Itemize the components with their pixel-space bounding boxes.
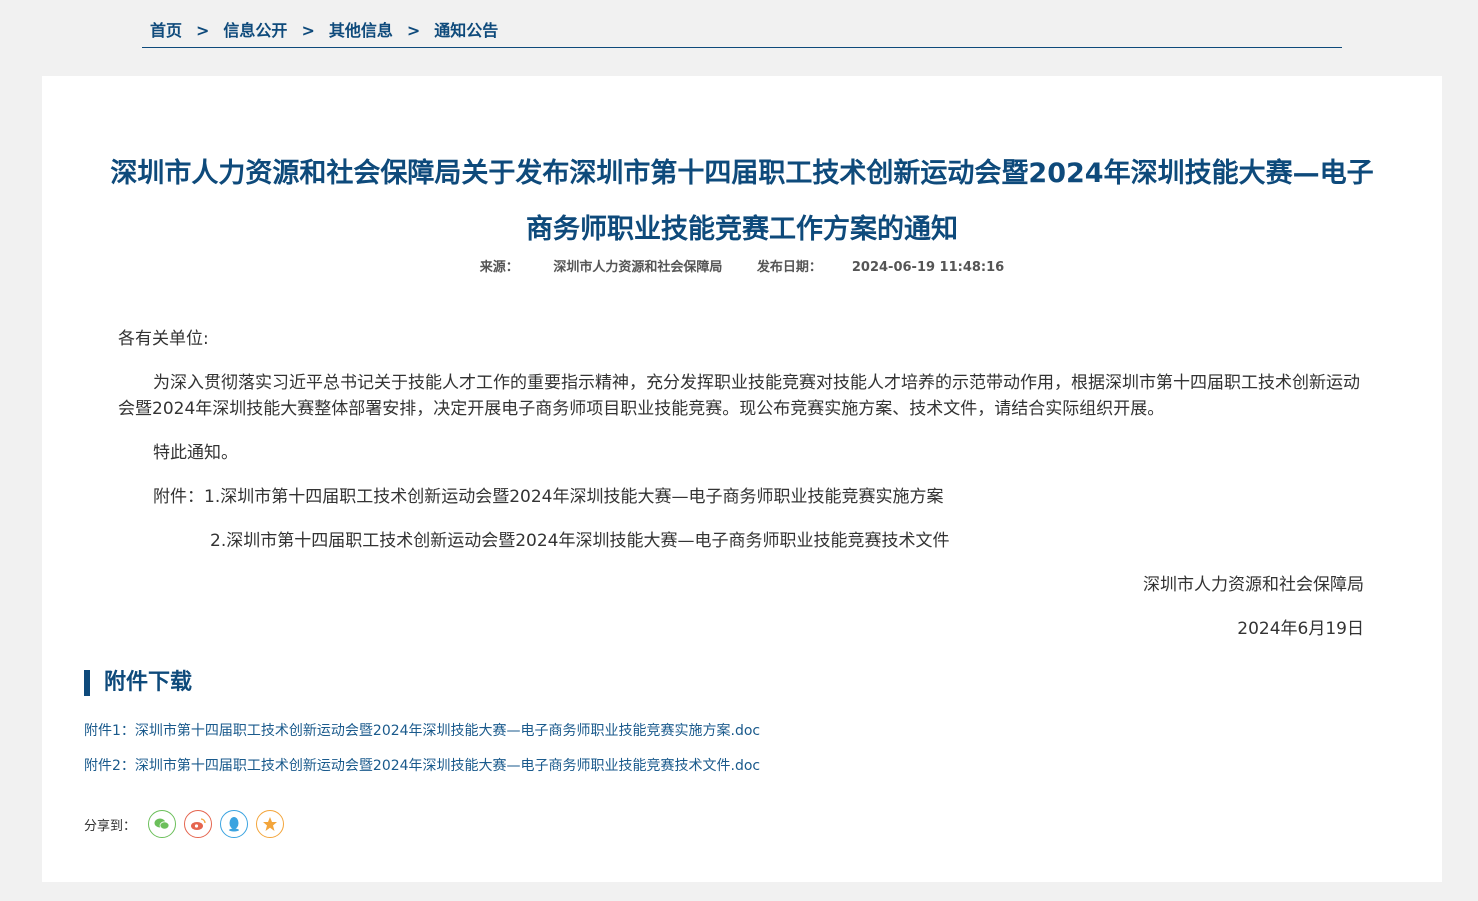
article-title: 深圳市人力资源和社会保障局关于发布深圳市第十四届职工技术创新运动会暨2024年深… [110, 158, 1374, 245]
breadcrumb-separator: > [301, 21, 315, 40]
source-value: 深圳市人力资源和社会保障局 [553, 260, 723, 275]
qq-icon[interactable] [220, 810, 249, 838]
breadcrumb: 首页 > 信息公开 > 其他信息 > 通知公告 [142, 18, 1342, 48]
wechat-icon[interactable] [148, 810, 177, 838]
salutation: 各有关单位: [118, 329, 209, 349]
source-info: 来源： 深圳市人力资源和社会保障局 [480, 260, 723, 275]
share-label: 分享到： [84, 818, 137, 834]
breadcrumb-separator: > [196, 21, 210, 40]
breadcrumb-notices[interactable]: 通知公告 [434, 18, 498, 44]
attachment-link-2[interactable]: 附件2：深圳市第十四届职工技术创新运动会暨2024年深圳技能大赛—电子商务师职业… [84, 755, 760, 775]
notice-text: 特此通知。 [153, 443, 238, 463]
attachment-line-2: 2.深圳市第十四届职工技术创新运动会暨2024年深圳技能大赛—电子商务师职业技能… [210, 531, 950, 551]
weibo-icon[interactable] [184, 810, 213, 838]
attachment-line-1: 附件：1.深圳市第十四届职工技术创新运动会暨2024年深圳技能大赛—电子商务师职… [153, 487, 944, 507]
source-label: 来源： [479, 260, 519, 275]
date-label: 发布日期： [756, 260, 822, 275]
publish-date-info: 发布日期： 2024-06-19 11:48:16 [757, 260, 1004, 275]
attachments-heading: 附件下载 [84, 670, 192, 696]
favorite-icon[interactable] [256, 810, 285, 838]
breadcrumb-home[interactable]: 首页 [150, 18, 182, 44]
breadcrumb-other-info[interactable]: 其他信息 [329, 18, 393, 44]
body-paragraph: 为深入贯彻落实习近平总书记关于技能人才工作的重要指示精神，充分发挥职业技能竞赛对… [118, 373, 1360, 419]
sign-date: 2024年6月19日 [1237, 619, 1364, 639]
share-bar: 分享到： [84, 810, 292, 838]
attachment-link-1[interactable]: 附件1：深圳市第十四届职工技术创新运动会暨2024年深圳技能大赛—电子商务师职业… [84, 720, 760, 740]
breadcrumb-separator: > [406, 21, 421, 40]
date-value: 2024-06-19 11:48:16 [851, 260, 1005, 275]
article-card: 深圳市人力资源和社会保障局关于发布深圳市第十四届职工技术创新运动会暨2024年深… [42, 76, 1442, 882]
article-content: 各有关单位: 为深入贯彻落实习近平总书记关于技能人才工作的重要指示精神，充分发挥… [118, 326, 1368, 660]
article-meta: 来源： 深圳市人力资源和社会保障局 发布日期： 2024-06-19 11:48:… [42, 256, 1442, 275]
breadcrumb-info-public[interactable]: 信息公开 [223, 18, 287, 44]
signature: 深圳市人力资源和社会保障局 [1143, 575, 1364, 595]
